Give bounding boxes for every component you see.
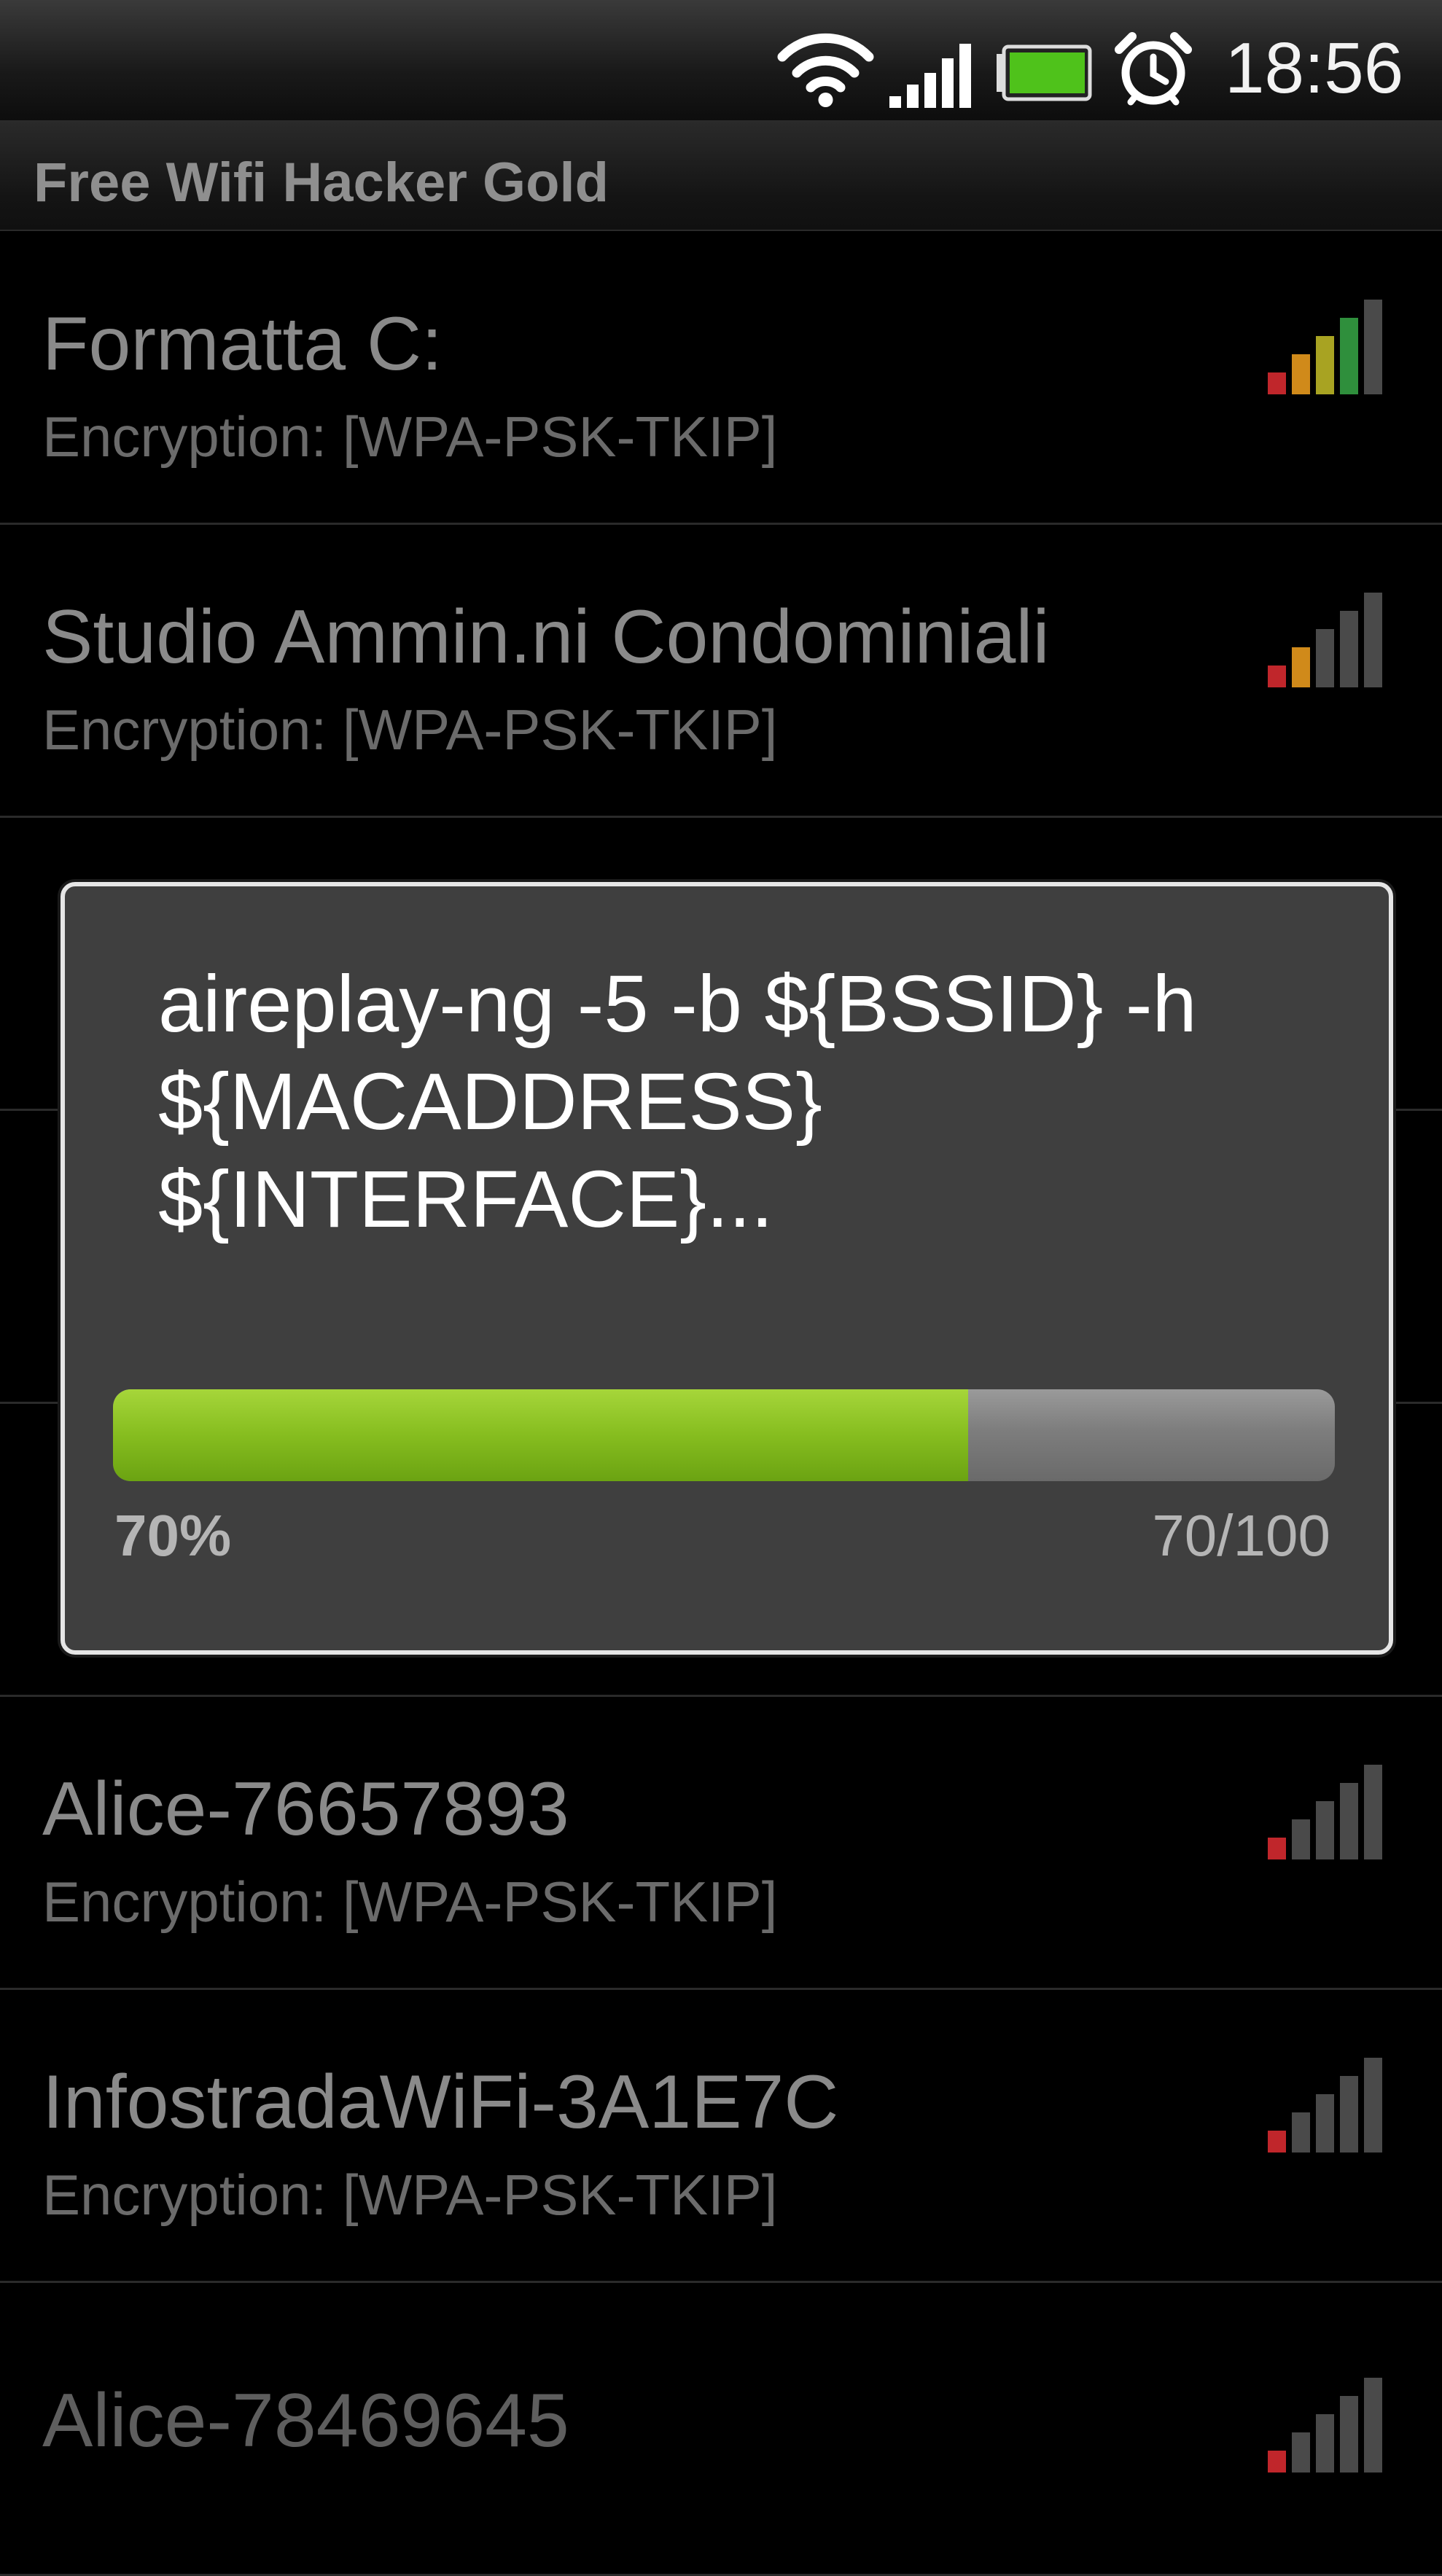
progress-count-label: 70/100	[1152, 1503, 1330, 1568]
wifi-strength-icon	[1268, 593, 1382, 687]
wifi-strength-bar	[1364, 300, 1382, 394]
network-ssid: Alice-78469645	[42, 2378, 569, 2463]
wifi-strength-bar	[1364, 1765, 1382, 1859]
network-list-item[interactable]: Formatta C: Encryption: [WPA-PSK-TKIP]	[0, 232, 1442, 525]
wifi-strength-bar	[1316, 629, 1334, 687]
wifi-strength-bar	[1292, 1819, 1310, 1859]
network-encryption: Encryption: [WPA-PSK-TKIP]	[42, 1870, 778, 1934]
progress-bar-fill	[113, 1389, 969, 1481]
status-bar: 18:56	[0, 0, 1442, 122]
app-title-bar: Free Wifi Hacker Gold	[0, 122, 1442, 231]
network-encryption: Encryption: [WPA-PSK-TKIP]	[42, 2163, 778, 2227]
wifi-strength-bar	[1316, 1801, 1334, 1859]
wifi-strength-icon	[1268, 2378, 1382, 2472]
network-list-item[interactable]: InfostradaWiFi-3A1E7C Encryption: [WPA-P…	[0, 1990, 1442, 2283]
wifi-strength-bar	[1268, 666, 1286, 687]
wifi-strength-bar	[1364, 2058, 1382, 2152]
app-title: Free Wifi Hacker Gold	[34, 152, 609, 214]
network-ssid: Studio Ammin.ni Condominiali	[42, 595, 1050, 679]
dialog-message: aireplay-ng -5 -b ${BSSID} -h ${MACADDRE…	[158, 959, 1197, 1244]
wifi-strength-bar	[1340, 2396, 1358, 2472]
network-ssid: Alice-76657893	[42, 1767, 569, 1851]
network-ssid: Formatta C:	[42, 302, 443, 386]
progress-percent-label: 70%	[114, 1503, 232, 1568]
network-list-item[interactable]: Alice-76657893 Encryption: [WPA-PSK-TKIP…	[0, 1697, 1442, 1990]
network-encryption: Encryption: [WPA-PSK-TKIP]	[42, 405, 778, 469]
wifi-strength-bar	[1316, 336, 1334, 394]
progress-bar	[113, 1389, 1335, 1481]
status-clock: 18:56	[1225, 28, 1404, 108]
wifi-strength-bar	[1292, 647, 1310, 687]
wifi-strength-bar	[1340, 611, 1358, 687]
network-encryption: Encryption: [WPA-PSK-TKIP]	[42, 698, 778, 762]
battery-icon	[997, 44, 1092, 101]
wifi-strength-bar	[1316, 2414, 1334, 2472]
wifi-strength-bar	[1340, 2076, 1358, 2152]
wifi-strength-bar	[1268, 2131, 1286, 2152]
wifi-strength-icon	[1268, 1765, 1382, 1859]
wifi-icon	[777, 33, 874, 107]
alarm-clock-icon	[1115, 32, 1192, 106]
network-list-item[interactable]: Studio Ammin.ni Condominiali Encryption:…	[0, 525, 1442, 818]
wifi-strength-bar	[1292, 2112, 1310, 2152]
wifi-strength-bar	[1268, 372, 1286, 394]
network-ssid: InfostradaWiFi-3A1E7C	[42, 2060, 839, 2144]
wifi-strength-bar	[1316, 2094, 1334, 2152]
wifi-strength-bar	[1364, 593, 1382, 687]
wifi-strength-bar	[1268, 1838, 1286, 1859]
wifi-strength-icon	[1268, 300, 1382, 394]
wifi-strength-bar	[1340, 318, 1358, 394]
wifi-strength-icon	[1268, 2058, 1382, 2152]
wifi-strength-bar	[1340, 1783, 1358, 1859]
wifi-strength-bar	[1292, 354, 1310, 394]
network-list-item[interactable]: Alice-78469645	[0, 2283, 1442, 2576]
wifi-strength-bar	[1292, 2432, 1310, 2472]
cell-signal-icon	[889, 44, 971, 108]
progress-dialog: aireplay-ng -5 -b ${BSSID} -h ${MACADDRE…	[61, 882, 1393, 1655]
wifi-strength-bar	[1268, 2451, 1286, 2472]
wifi-strength-bar	[1364, 2378, 1382, 2472]
